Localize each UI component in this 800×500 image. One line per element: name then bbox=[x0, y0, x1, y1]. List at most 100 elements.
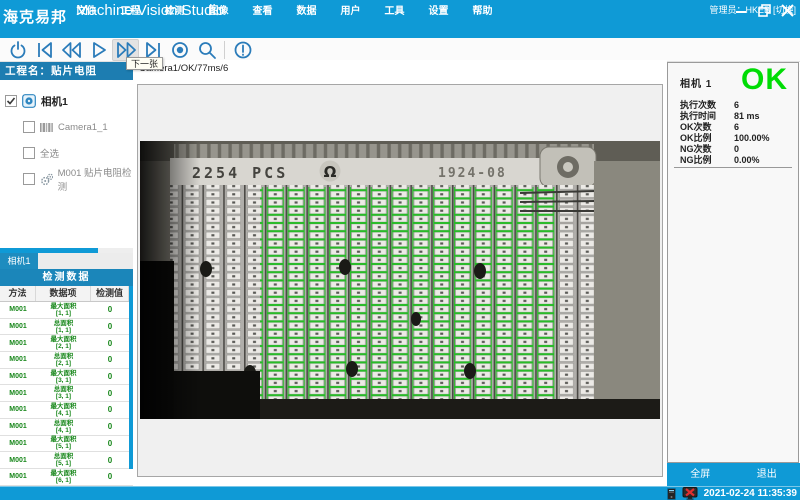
power-icon[interactable] bbox=[4, 39, 31, 61]
toolbar bbox=[0, 38, 800, 62]
menu-detect[interactable]: 检测 bbox=[164, 2, 185, 17]
gear-icon bbox=[40, 173, 53, 186]
cell-item: 最大面积[3, 1] bbox=[36, 370, 91, 384]
cell-value: 0 bbox=[91, 472, 129, 481]
col-value: 检测值 bbox=[91, 286, 129, 301]
menu-data[interactable]: 数据 bbox=[296, 2, 317, 17]
app-window: 海克易邦 Machine Vision Studio 文件 工程 检测 图像 查… bbox=[0, 0, 800, 500]
tree-item-camera1[interactable]: 相机1 bbox=[0, 88, 133, 114]
menu-settings[interactable]: 设置 bbox=[428, 2, 449, 17]
barcode-icon bbox=[40, 122, 53, 133]
cell-value: 0 bbox=[91, 389, 129, 398]
detect-data-table: 方法 数据项 检测值 M001最大面积[1, 1]0 M001总面积[1, 1]… bbox=[0, 286, 133, 486]
menu-user[interactable]: 用户 bbox=[340, 2, 361, 17]
first-image-icon[interactable] bbox=[31, 39, 58, 61]
info-icon[interactable] bbox=[229, 39, 256, 61]
tree-item-module-m001[interactable]: M001 贴片电阻检测 bbox=[0, 166, 133, 192]
tree-item-select-all[interactable]: 全选 bbox=[0, 140, 133, 166]
record-icon[interactable] bbox=[166, 39, 193, 61]
switch-user-link[interactable]: [切换] bbox=[773, 3, 796, 16]
cell-value: 0 bbox=[91, 439, 129, 448]
table-row[interactable]: M001最大面积[1, 1]0 bbox=[0, 302, 133, 319]
camera1-1-checkbox[interactable] bbox=[23, 121, 35, 133]
cell-method: M001 bbox=[0, 323, 36, 330]
status-bar: 2021-02-24 11:35:39 bbox=[0, 486, 800, 500]
project-panel: 工程名：贴片电阻 相机1 Camera1_1 全选 M001 bbox=[0, 62, 133, 486]
table-row[interactable]: M001总面积[2, 1]0 bbox=[0, 352, 133, 369]
result-panel: 相机 1 OK 执行次数6 执行时间81 ms OK次数6 OK比例100.00… bbox=[667, 62, 799, 463]
cell-item: 总面积[4, 1] bbox=[36, 420, 91, 434]
tree-item-label: 相机1 bbox=[41, 94, 68, 109]
tree-item-label: 全选 bbox=[40, 146, 59, 160]
next-image-tooltip: 下一张 bbox=[126, 57, 163, 70]
table-row[interactable]: M001最大面积[3, 1]0 bbox=[0, 369, 133, 386]
table-row[interactable]: M001总面积[5, 1]0 bbox=[0, 452, 133, 469]
stat-value: 81 ms bbox=[734, 111, 760, 121]
toolbar-separator bbox=[224, 41, 225, 59]
cell-item: 总面积[2, 1] bbox=[36, 353, 91, 367]
image-canvas[interactable]: 2254 PCS Ω 1924-08 bbox=[137, 84, 663, 477]
tab-camera1[interactable]: 相机1 bbox=[0, 253, 38, 269]
cell-method: M001 bbox=[0, 390, 36, 397]
menu-file[interactable]: 文件 bbox=[76, 2, 97, 17]
tree-item-camera1-1[interactable]: Camera1_1 bbox=[0, 114, 133, 140]
prev-image-icon[interactable] bbox=[58, 39, 85, 61]
svg-text:1924-08: 1924-08 bbox=[438, 166, 507, 181]
inspection-photo: 2254 PCS Ω 1924-08 bbox=[140, 141, 660, 419]
table-row[interactable]: M001最大面积[6, 1]0 bbox=[0, 469, 133, 486]
table-row[interactable]: M001最大面积[5, 1]0 bbox=[0, 436, 133, 453]
webcam-icon bbox=[22, 94, 36, 108]
menu-tools[interactable]: 工具 bbox=[384, 2, 405, 17]
cell-value: 0 bbox=[91, 322, 129, 331]
timestamp: 2021-02-24 11:35:39 bbox=[704, 488, 797, 499]
cell-method: M001 bbox=[0, 373, 36, 380]
menu-help[interactable]: 帮助 bbox=[472, 2, 493, 17]
select-all-checkbox[interactable] bbox=[23, 147, 35, 159]
main-menu: 文件 工程 检测 图像 查看 数据 用户 工具 设置 帮助 bbox=[76, 2, 493, 17]
brand-logo: 海克易邦 bbox=[3, 6, 73, 27]
pc-tower-icon bbox=[667, 488, 676, 500]
zoom-icon[interactable] bbox=[193, 39, 220, 61]
cell-method: M001 bbox=[0, 440, 36, 447]
svg-text:Ω: Ω bbox=[324, 163, 337, 181]
col-item: 数据项 bbox=[36, 286, 91, 301]
result-camera-label: 相机 1 bbox=[680, 75, 712, 90]
stat-value: 0.00% bbox=[734, 155, 760, 165]
menu-project[interactable]: 工程 bbox=[120, 2, 141, 17]
exit-button[interactable]: 退出 bbox=[734, 463, 800, 486]
cell-method: M001 bbox=[0, 306, 36, 313]
camera-disconnected-icon bbox=[682, 487, 698, 500]
stat-row: NG比例0.00% bbox=[668, 154, 798, 165]
stat-value: 6 bbox=[734, 122, 739, 132]
cell-value: 0 bbox=[91, 305, 129, 314]
stat-label: NG比例 bbox=[668, 153, 734, 166]
cell-method: M001 bbox=[0, 406, 36, 413]
table-row[interactable]: M001总面积[4, 1]0 bbox=[0, 419, 133, 436]
table-row[interactable]: M001最大面积[2, 1]0 bbox=[0, 335, 133, 352]
cell-item: 最大面积[4, 1] bbox=[36, 403, 91, 417]
table-row[interactable]: M001总面积[3, 1]0 bbox=[0, 385, 133, 402]
cell-value: 0 bbox=[91, 456, 129, 465]
cell-item: 总面积[1, 1] bbox=[36, 320, 91, 334]
cell-value: 0 bbox=[91, 422, 129, 431]
cell-item: 最大面积[1, 1] bbox=[36, 303, 91, 317]
m001-checkbox[interactable] bbox=[23, 173, 35, 185]
image-viewer-panel: Camera1/OK/77ms/6 bbox=[133, 60, 667, 486]
camera1-checkbox[interactable] bbox=[5, 95, 17, 107]
cell-method: M001 bbox=[0, 356, 36, 363]
menu-image[interactable]: 图像 bbox=[208, 2, 229, 17]
fullscreen-button[interactable]: 全屏 bbox=[667, 463, 734, 486]
table-header-row: 方法 数据项 检测值 bbox=[0, 286, 133, 302]
cell-method: M001 bbox=[0, 340, 36, 347]
cell-value: 0 bbox=[91, 372, 129, 381]
table-row[interactable]: M001最大面积[4, 1]0 bbox=[0, 402, 133, 419]
cell-item: 最大面积[2, 1] bbox=[36, 336, 91, 350]
current-user-label: 管理员：HKEB bbox=[709, 3, 770, 16]
run-icon[interactable] bbox=[85, 39, 112, 61]
menu-view[interactable]: 查看 bbox=[252, 2, 273, 17]
cell-method: M001 bbox=[0, 423, 36, 430]
svg-text:2254 PCS: 2254 PCS bbox=[192, 164, 288, 182]
project-tree: 相机1 Camera1_1 全选 M001 贴片电阻检测 bbox=[0, 80, 133, 248]
table-row[interactable]: M001总面积[1, 1]0 bbox=[0, 319, 133, 336]
stat-value: 0 bbox=[734, 144, 739, 154]
